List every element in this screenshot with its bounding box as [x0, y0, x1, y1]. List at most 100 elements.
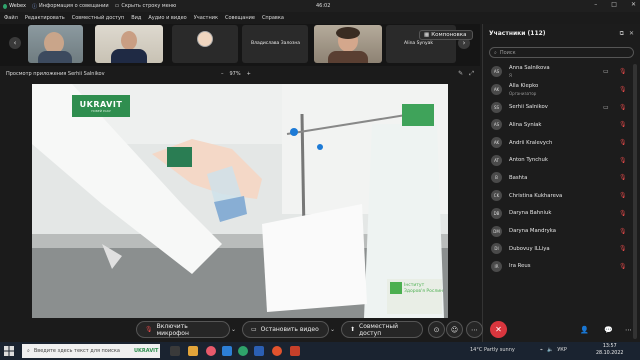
menu-participant[interactable]: Участник — [194, 15, 218, 21]
word-icon[interactable] — [254, 346, 264, 356]
more-button[interactable]: ⋯ — [466, 321, 483, 338]
participant-row[interactable]: SS Serhii Salnikov ▭ 🎙 — [483, 98, 640, 116]
participant-row[interactable]: AS Alina Syniak 🎙 — [483, 116, 640, 134]
meeting-info-button[interactable]: ⓘ Информация о совещании — [32, 3, 109, 10]
close-panel-icon[interactable]: ✕ — [629, 30, 634, 38]
logo-sub-text: ПОБЕЙ РАКУ — [91, 108, 111, 113]
mic-muted-icon[interactable]: 🎙 — [619, 157, 627, 164]
meeting-controls: 🎙 Включить микрофон ⌄ ▭ Остановить видео… — [0, 318, 640, 342]
chevron-down-icon[interactable]: ⌄ — [231, 326, 236, 333]
mic-muted-icon[interactable]: 🎙 — [619, 192, 627, 199]
layout-icon: ▦ — [424, 32, 430, 38]
mic-muted-icon[interactable]: 🎙 — [619, 263, 627, 270]
scrollbar[interactable] — [633, 64, 637, 339]
search-input[interactable]: Поиск — [500, 50, 516, 56]
task-view-icon[interactable] — [170, 346, 180, 356]
expand-icon[interactable]: ⤢ — [469, 70, 474, 78]
participant-row[interactable]: IR Ira Reus 🎙 — [483, 258, 640, 276]
participant-row[interactable]: DI Dubovuy ILLiya 🎙 — [483, 240, 640, 258]
layout-button[interactable]: ▦ Компоновка — [419, 30, 473, 40]
popout-icon[interactable]: ⧉ — [620, 30, 624, 38]
menu-help[interactable]: Справка — [262, 15, 284, 21]
mic-muted-icon[interactable]: 🎙 — [619, 68, 627, 75]
chat-toggle[interactable]: 💬 — [600, 321, 617, 338]
participant-row[interactable]: CK Christina Kukhareva 🎙 — [483, 187, 640, 205]
video-tile-3[interactable]: Владислава Залозна — [242, 25, 308, 63]
avatar: SS — [491, 101, 502, 113]
video-tile-2[interactable] — [95, 25, 163, 63]
ukravit-logo: UKRAVIT ПОБЕЙ РАКУ — [72, 95, 130, 117]
clamp-knob — [317, 144, 323, 150]
participants-toggle[interactable]: 👤 — [576, 321, 593, 338]
taskbar-search-input[interactable]: Введите здесь текст для поиска — [34, 348, 120, 354]
minimize-icon[interactable]: – — [594, 1, 597, 8]
mic-muted-icon[interactable]: 🎙 — [619, 174, 627, 181]
windows-start-icon[interactable] — [4, 346, 14, 356]
mic-muted-icon[interactable]: 🎙 — [619, 210, 627, 217]
pen-icon[interactable]: ✎ — [458, 70, 463, 78]
logo-main-text: UKRAVIT — [79, 99, 123, 109]
app-name-label: Webex — [9, 3, 26, 9]
menu-meeting[interactable]: Совещание — [225, 15, 255, 21]
hide-menu-label: Скрыть строку меню — [121, 3, 177, 9]
volume-icon[interactable]: 🔈 — [547, 347, 553, 353]
mic-muted-icon[interactable]: 🎙 — [619, 139, 627, 146]
menu-view[interactable]: Вид — [131, 15, 141, 21]
menu-share[interactable]: Совместный доступ — [72, 15, 124, 21]
participant-list: AS Anna Salnikova Я ▭ 🎙 AK Alla Klepko Организа… — [483, 63, 640, 275]
participant-row[interactable]: AK Andrii Kralevych 🎙 — [483, 134, 640, 152]
mic-muted-icon[interactable]: 🎙 — [619, 121, 627, 128]
powerpoint-icon[interactable] — [290, 346, 300, 356]
video-tile-4[interactable] — [314, 25, 382, 63]
participant-row[interactable]: AS Anna Salnikova Я ▭ 🎙 — [483, 63, 640, 81]
browser-icon[interactable] — [206, 346, 216, 356]
weather-widget[interactable]: 14°C Partly sunny — [470, 347, 515, 353]
close-icon[interactable]: ✕ — [631, 1, 636, 8]
menu-file[interactable]: Файл — [4, 15, 18, 21]
avatar — [197, 31, 213, 47]
avatar: DB — [491, 207, 502, 219]
participant-row[interactable]: DB Daryna Bahniuk 🎙 — [483, 205, 640, 223]
webex-taskbar-icon[interactable] — [238, 346, 248, 356]
chevron-down-icon[interactable]: ⌄ — [330, 326, 335, 333]
mail-icon[interactable] — [222, 346, 232, 356]
participant-search[interactable]: ⌕ Поиск — [489, 47, 634, 58]
strip-prev-button[interactable]: ‹ — [9, 37, 21, 49]
record-button[interactable]: ⊙ — [428, 321, 445, 338]
reactions-button[interactable]: ☺ — [446, 321, 463, 338]
unmute-label: Включить микрофон — [156, 322, 189, 337]
video-tile-avatar[interactable] — [172, 25, 238, 63]
zoom-out-button[interactable]: – — [221, 71, 224, 77]
system-clock[interactable]: 13:57 28.10.2022 — [596, 344, 623, 357]
stop-video-button[interactable]: ▭ Остановить видео — [242, 321, 329, 338]
language-indicator[interactable]: УКР — [557, 347, 567, 353]
file-explorer-icon[interactable] — [188, 346, 198, 356]
menu-edit[interactable]: Редактировать — [25, 15, 65, 21]
mic-muted-icon[interactable]: 🎙 — [619, 228, 627, 235]
participant-row[interactable]: AK Alla Klepko Организатор 🎙 — [483, 81, 640, 99]
unmute-button[interactable]: 🎙 Включить микрофон — [136, 321, 230, 338]
participant-row[interactable]: DM Daryna Mandryka 🎙 — [483, 222, 640, 240]
layout-label: Компоновка — [431, 32, 467, 38]
search-icon: ⌕ — [27, 348, 30, 354]
avatar: AS — [491, 119, 502, 131]
menu-audio-video[interactable]: Аудио и видео — [148, 15, 186, 21]
avatar: IR — [491, 260, 502, 272]
more-panels-button[interactable]: ⋯ — [620, 321, 637, 338]
maximize-icon[interactable]: □ — [611, 1, 617, 8]
camera-icon: ▭ — [603, 68, 609, 76]
chrome-icon[interactable] — [272, 346, 282, 356]
mic-muted-icon[interactable]: 🎙 — [619, 104, 627, 111]
participant-row[interactable]: AT Anton Tynchuk 🎙 — [483, 151, 640, 169]
leave-button[interactable]: ✕ — [490, 321, 507, 338]
network-icon[interactable]: ⌁ — [540, 347, 543, 353]
hide-menu-button[interactable]: ▭ Скрыть строку меню — [115, 3, 177, 9]
close-icon: ✕ — [495, 325, 502, 334]
share-button[interactable]: ⬆ Совместный доступ — [341, 321, 423, 338]
mic-muted-icon[interactable]: 🎙 — [619, 86, 627, 93]
participant-row[interactable]: B Bashta 🎙 — [483, 169, 640, 187]
mic-muted-icon[interactable]: 🎙 — [619, 245, 627, 252]
zoom-in-button[interactable]: + — [247, 71, 251, 77]
viewer-actions: ✎ ⤢ — [458, 70, 474, 78]
video-tile-1[interactable] — [28, 25, 83, 63]
